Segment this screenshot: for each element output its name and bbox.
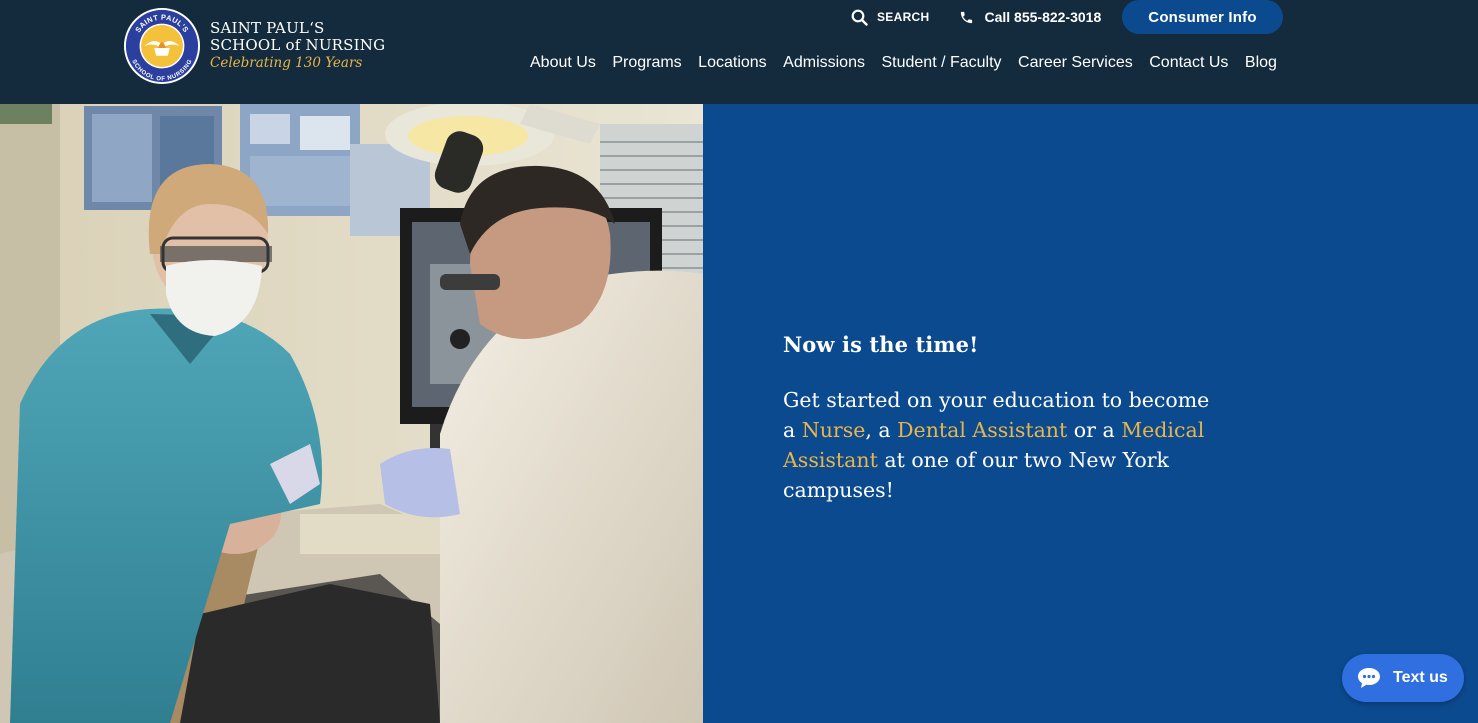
logo-wordmark: SAINT PAUL‘S SCHOOL of NURSING Celebrati… <box>210 20 385 72</box>
nav-item-about-us[interactable]: About Us <box>530 52 596 74</box>
hero-photo <box>0 104 703 723</box>
phone-icon <box>961 11 973 23</box>
logo-tagline: Celebrating 130 Years <box>210 55 363 71</box>
nav-item-student-faculty[interactable]: Student / Faculty <box>881 52 1001 74</box>
nav-item-programs[interactable]: Programs <box>612 52 681 74</box>
nav-item-career-services[interactable]: Career Services <box>1018 52 1133 74</box>
logo-name-line1: SAINT PAUL‘S <box>210 19 325 37</box>
phone-link[interactable]: Call 855-822-3018 <box>959 9 1101 25</box>
text-us-label: Text us <box>1393 669 1448 686</box>
hero-text-part3: or a <box>1067 418 1122 442</box>
nurse-link[interactable]: Nurse <box>802 418 866 442</box>
magnifier-icon <box>851 9 868 26</box>
nav-item-blog[interactable]: Blog <box>1245 52 1277 74</box>
dental-assistant-link[interactable]: Dental Assistant <box>897 418 1067 442</box>
site-logo[interactable]: SAINT PAUL'S SCHOOL OF NURSING SAINT PAU… <box>123 7 385 85</box>
search-link[interactable]: SEARCH <box>851 9 929 26</box>
nav-item-locations[interactable]: Locations <box>698 52 767 74</box>
hero-panel: Now is the time! Get started on your edu… <box>703 104 1478 723</box>
text-us-button[interactable]: Text us <box>1342 654 1464 702</box>
hero-description: Get started on your education to become … <box>783 385 1223 505</box>
chat-bubble-icon <box>1358 668 1380 688</box>
site-header: SAINT PAUL'S SCHOOL OF NURSING SAINT PAU… <box>0 0 1478 104</box>
utility-bar: SEARCH Call 855-822-3018 <box>851 0 1101 34</box>
phone-label: Call 855-822-3018 <box>984 9 1102 25</box>
hero-heading: Now is the time! <box>783 332 979 357</box>
logo-name-line2: SCHOOL of NURSING <box>210 36 386 54</box>
nav-item-contact-us[interactable]: Contact Us <box>1149 52 1228 74</box>
search-label: SEARCH <box>877 10 930 24</box>
nav-item-admissions[interactable]: Admissions <box>783 52 865 74</box>
dental-clinic-photo <box>0 104 703 723</box>
hero-text-part2: , a <box>865 418 898 442</box>
school-seal-icon: SAINT PAUL'S SCHOOL OF NURSING <box>123 7 201 85</box>
main-nav: About Us Programs Locations Admissions S… <box>530 52 1277 74</box>
consumer-info-button[interactable]: Consumer Info <box>1122 0 1283 34</box>
